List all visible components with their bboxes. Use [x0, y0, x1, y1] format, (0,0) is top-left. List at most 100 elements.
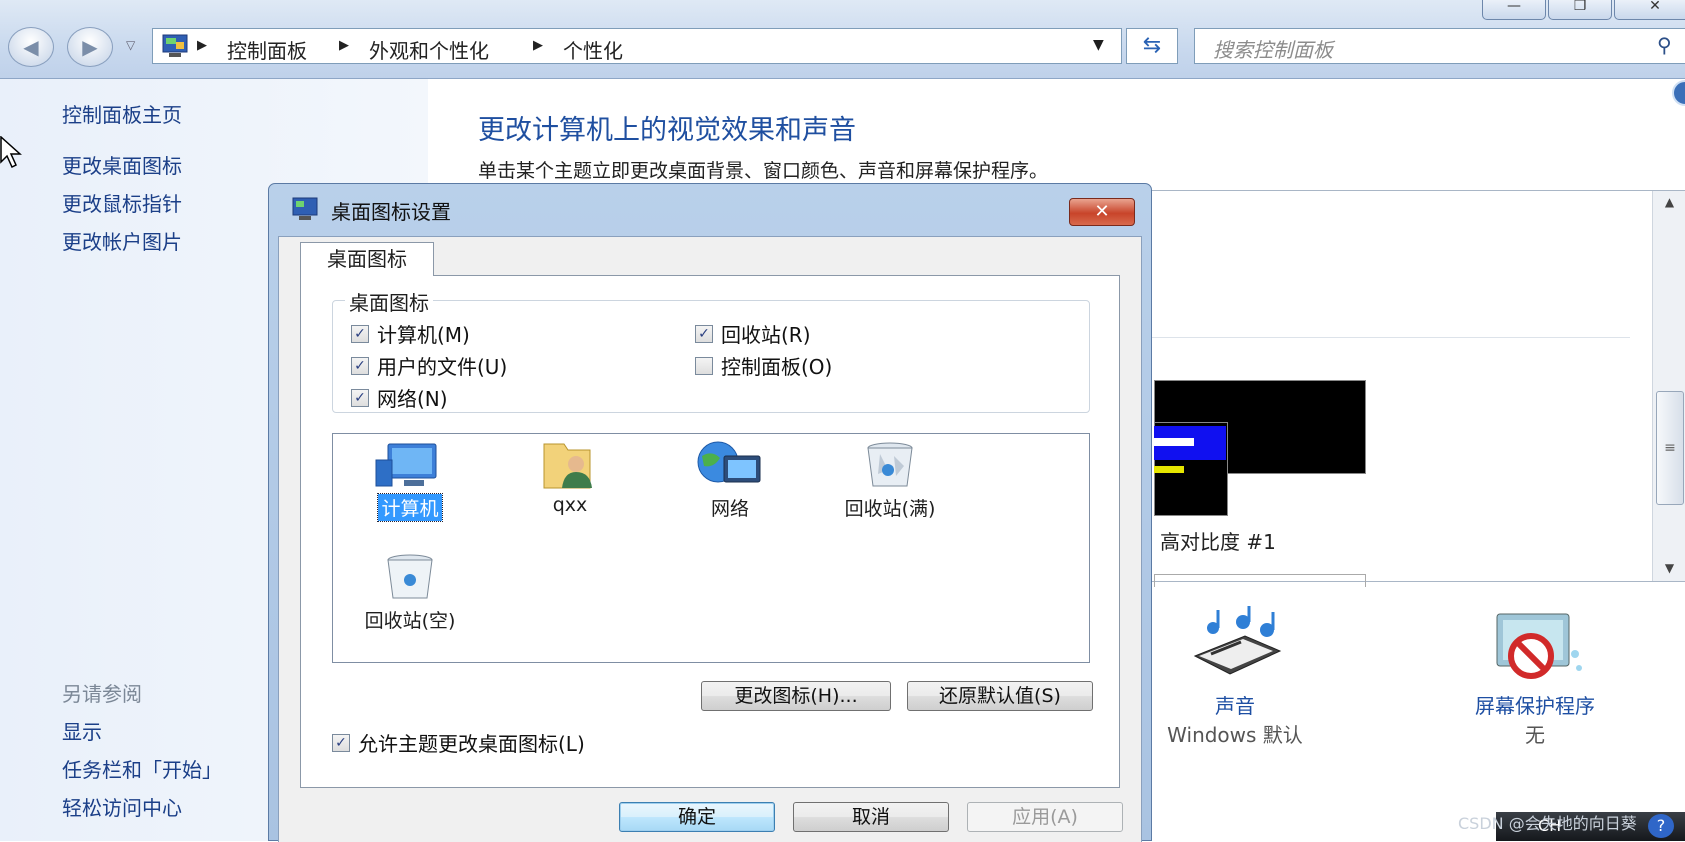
allow-themes-checkbox[interactable]: ✓ 允许主题更改桌面图标(L) [332, 728, 585, 757]
close-icon: ✕ [1094, 201, 1110, 222]
breadcrumb-separator[interactable]: ▶ [339, 38, 349, 53]
sound-value: Windows 默认 [1167, 723, 1303, 747]
breadcrumb-separator[interactable]: ▶ [533, 38, 543, 53]
refresh-button[interactable]: ⇆ [1126, 28, 1178, 64]
screensaver-setting[interactable]: 屏幕保护程序 无 [1430, 610, 1640, 748]
list-item[interactable]: 回收站(空) [345, 552, 475, 633]
tab-panel: 桌面图标 ✓ 计算机(M) ✓ 回收站(R) ✓ 用户的文件(U) 控制面板(O) ✓… [300, 275, 1120, 788]
restore-default-button[interactable]: 还原默认值(S) [907, 681, 1093, 711]
list-item[interactable]: qxx [505, 440, 635, 516]
list-item[interactable]: 回收站(满) [825, 440, 955, 521]
change-desktop-icons-link[interactable]: 更改桌面图标 [62, 150, 182, 179]
checkbox-check-icon: ✓ [695, 324, 713, 343]
sound-label[interactable]: 声音 [1130, 690, 1340, 719]
window-titlebar: — ❐ ✕ ◀ ▶ ▽ ▶ 控制面板 ▶ 外观和个性化 ▶ 个性化 ▼ ⇆ 搜索… [0, 0, 1685, 79]
high-contrast-text-preview [1154, 466, 1184, 473]
apply-button: 应用(A) [967, 802, 1123, 832]
checkbox-label: 回收站(R) [721, 323, 811, 347]
recycle-bin-full-icon [867, 442, 913, 487]
list-item[interactable]: 网络 [665, 440, 795, 521]
checkbox-check-icon: ✓ [332, 733, 350, 752]
search-placeholder: 搜索控制面板 [1213, 38, 1333, 62]
ok-button[interactable]: 确定 [619, 802, 775, 832]
help-icon[interactable] [1672, 80, 1685, 106]
recycle-bin-checkbox[interactable]: ✓ 回收站(R) [695, 319, 811, 348]
scrollbar-thumb[interactable]: ≡ [1656, 391, 1684, 505]
see-also-heading: 另请参阅 [62, 682, 142, 706]
arrow-right-icon: ▶ [82, 35, 98, 59]
display-link[interactable]: 显示 [62, 716, 102, 745]
desktop-icon-settings-dialog: 桌面图标设置 ✕ 桌面图标 桌面图标 ✓ 计算机(M) ✓ 回收站(R) ✓ 用户的文… [268, 183, 1152, 842]
watermark: CSDN @会失地的向日葵 [1458, 814, 1637, 833]
checkbox-label: 用户的文件(U) [377, 355, 508, 379]
dialog-close-button[interactable]: ✕ [1069, 198, 1135, 226]
scroll-down-arrow-icon[interactable]: ▼ [1653, 561, 1685, 575]
checkbox-check-icon: ✓ [351, 324, 369, 343]
breadcrumb-personalization[interactable]: 个性化 [563, 35, 623, 64]
page-subtitle: 单击某个主题立即更改桌面背景、窗口颜色、声音和屏幕保护程序。 [478, 160, 1049, 182]
computer-icon [375, 443, 437, 487]
user-folder-icon [543, 443, 592, 489]
search-icon[interactable]: ⚲ [1657, 33, 1672, 57]
screensaver-value: 无 [1525, 723, 1545, 747]
computer-icon-label: 计算机 [377, 493, 443, 522]
change-mouse-pointers-link[interactable]: 更改鼠标指针 [62, 188, 182, 217]
ease-of-access-link[interactable]: 轻松访问中心 [62, 792, 182, 821]
taskbar-start-link[interactable]: 任务栏和「开始」 [62, 754, 222, 783]
tab-desktop-icons[interactable]: 桌面图标 [300, 242, 434, 276]
dialog-title: 桌面图标设置 [331, 200, 451, 224]
control-panel-checkbox[interactable]: 控制面板(O) [695, 351, 832, 380]
maximize-button[interactable]: ❐ [1548, 0, 1612, 20]
network-checkbox[interactable]: ✓ 网络(N) [351, 383, 448, 412]
checkbox-label: 允许主题更改桌面图标(L) [358, 732, 585, 756]
checkbox-empty-icon [695, 356, 713, 375]
high-contrast-titlebar-preview [1154, 426, 1226, 460]
dialog-body: 桌面图标 桌面图标 ✓ 计算机(M) ✓ 回收站(R) ✓ 用户的文件(U) 控制面板… [278, 236, 1142, 842]
address-dropdown-icon[interactable]: ▼ [1093, 37, 1104, 53]
desktop-icon-list[interactable]: 计算机 qxx 网络 回收站(满) 回收站(空) [332, 433, 1090, 663]
recent-pages-dropdown[interactable]: ▽ [126, 38, 135, 52]
user-files-checkbox[interactable]: ✓ 用户的文件(U) [351, 351, 507, 380]
help-tray-icon[interactable]: ? [1648, 814, 1674, 838]
groupbox-title: 桌面图标 [345, 287, 433, 316]
change-icon-button[interactable]: 更改图标(H)... [701, 681, 891, 711]
cancel-button[interactable]: 取消 [793, 802, 949, 832]
chevron-down-icon: ▽ [126, 38, 136, 52]
back-button[interactable]: ◀ [8, 27, 54, 67]
breadcrumb-control-panel[interactable]: 控制面板 [227, 35, 307, 64]
network-icon-label: 网络 [710, 498, 749, 520]
scroll-up-arrow-icon[interactable]: ▲ [1653, 195, 1685, 209]
checkbox-check-icon: ✓ [351, 356, 369, 375]
checkbox-check-icon: ✓ [351, 388, 369, 407]
recycle-bin-full-icon-label: 回收站(满) [844, 498, 936, 520]
recycle-bin-empty-icon-label: 回收站(空) [364, 610, 456, 632]
checkbox-label: 计算机(M) [377, 323, 470, 347]
sound-setting[interactable]: 声音 Windows 默认 [1130, 606, 1340, 748]
user-folder-icon-label: qxx [552, 494, 588, 516]
change-account-picture-link[interactable]: 更改帐户图片 [62, 226, 182, 255]
refresh-icon: ⇆ [1142, 33, 1162, 58]
address-bar[interactable]: ▶ 控制面板 ▶ 外观和个性化 ▶ 个性化 ▼ [152, 28, 1122, 64]
network-icon [697, 441, 761, 483]
checkbox-label: 控制面板(O) [721, 355, 833, 379]
computer-checkbox[interactable]: ✓ 计算机(M) [351, 319, 470, 348]
theme-gallery-scrollbar[interactable]: ▲ ≡ ▼ [1652, 191, 1685, 581]
screensaver-label[interactable]: 屏幕保护程序 [1430, 690, 1640, 719]
screensaver-icon [1496, 613, 1582, 679]
sound-icon [1193, 606, 1282, 675]
high-contrast-theme-label[interactable]: 高对比度 #1 [1160, 526, 1276, 555]
list-item[interactable]: 计算机 [345, 440, 475, 522]
checkbox-label: 网络(N) [377, 387, 448, 411]
search-input[interactable]: 搜索控制面板 ⚲ [1194, 28, 1685, 64]
page-title: 更改计算机上的视觉效果和声音 [478, 115, 856, 146]
control-panel-home-link[interactable]: 控制面板主页 [62, 99, 182, 128]
minimize-button[interactable]: — [1482, 0, 1546, 20]
breadcrumb-appearance[interactable]: 外观和个性化 [369, 35, 489, 64]
arrow-left-icon: ◀ [23, 35, 39, 59]
mouse-cursor-icon [0, 136, 22, 169]
next-theme-preview[interactable] [1154, 574, 1366, 587]
forward-button[interactable]: ▶ [67, 27, 113, 67]
window-close-button[interactable]: ✕ [1614, 0, 1685, 20]
breadcrumb-separator: ▶ [197, 38, 207, 53]
recycle-bin-empty-icon [387, 554, 433, 599]
